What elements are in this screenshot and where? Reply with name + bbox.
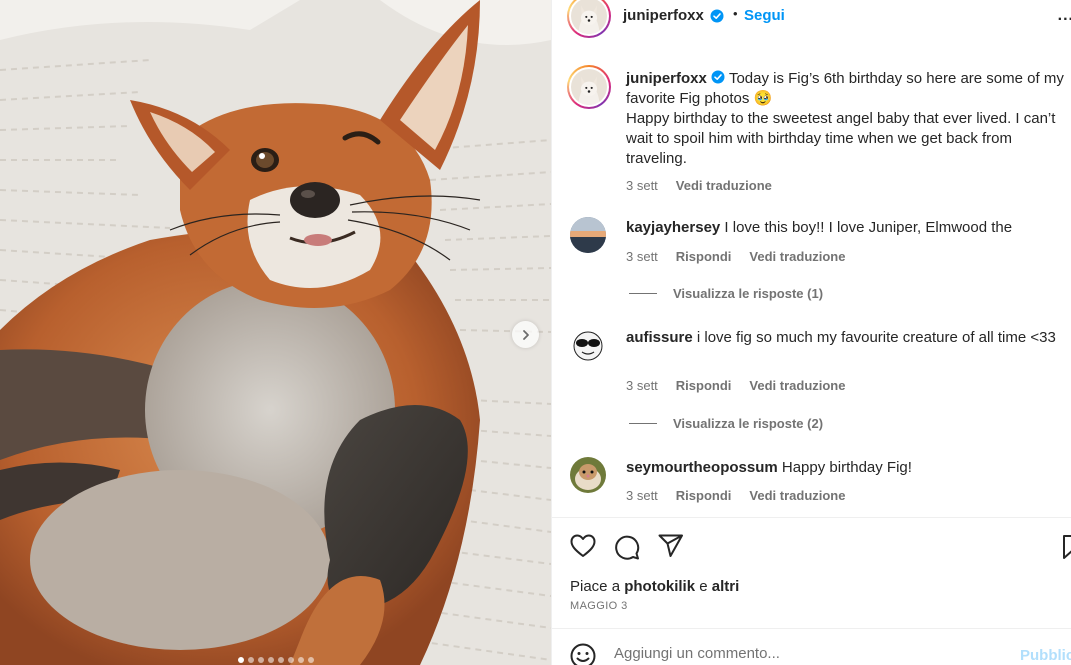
author-avatar-ring[interactable] — [567, 0, 611, 38]
comment-icon — [615, 535, 640, 560]
view-replies-button[interactable]: Visualizza le risposte (2) — [629, 416, 823, 431]
caption-meta: 3 sett Vedi traduzione — [626, 176, 1066, 196]
carousel-dot — [247, 657, 254, 663]
follow-button[interactable]: Segui — [744, 7, 785, 24]
avatar — [571, 0, 607, 34]
replies-divider — [629, 423, 657, 424]
emoji-icon — [570, 643, 596, 665]
carousel-dot — [267, 657, 274, 663]
comment-text: seymourtheopossum Happy birthday Fig! — [626, 458, 1066, 478]
comment-button[interactable] — [614, 534, 640, 565]
avatar[interactable] — [570, 457, 606, 493]
comment-body: i love fig so much my favourite creature… — [696, 329, 1056, 346]
comment-input[interactable] — [614, 645, 994, 662]
heart-icon — [570, 534, 596, 557]
comment-username[interactable]: kayjayhersey — [626, 219, 720, 236]
comment-timestamp[interactable]: 3 sett — [626, 378, 658, 393]
comment-text: aufissure i love fig so much my favourit… — [626, 328, 1066, 348]
likes-others-link[interactable]: altri — [712, 578, 740, 595]
bookmark-icon — [1063, 535, 1071, 559]
post-date[interactable]: MAGGIO 3 — [570, 600, 628, 612]
share-icon — [658, 534, 683, 557]
save-button[interactable] — [1062, 534, 1071, 565]
add-comment-bar: Pubblica — [552, 628, 1071, 665]
author-username[interactable]: juniperfoxx — [623, 7, 704, 24]
carousel-dot — [237, 657, 244, 663]
comment-timestamp[interactable]: 3 sett — [626, 488, 658, 503]
comment-meta: 3 sett Rispondi Vedi traduzione — [626, 249, 845, 264]
like-button[interactable] — [570, 534, 596, 565]
caption-username[interactable]: juniperfoxx — [626, 70, 707, 87]
comment-meta: 3 sett Rispondi Vedi traduzione — [626, 378, 845, 393]
avatar[interactable] — [570, 217, 606, 253]
view-replies-button[interactable]: Visualizza le risposte (1) — [629, 286, 823, 301]
carousel-dot — [277, 657, 284, 663]
likes-conj: e — [699, 578, 708, 595]
comment-meta: 3 sett Rispondi Vedi traduzione — [626, 488, 845, 503]
likes-prefix: Piace a — [570, 578, 621, 595]
caption-timestamp[interactable]: 3 sett — [626, 176, 658, 196]
more-options-button[interactable]: ... — [1058, 7, 1071, 25]
action-icons — [570, 534, 684, 565]
fox-photo — [0, 0, 551, 665]
comment-body: I love this boy!! I love Juniper, Elmwoo… — [724, 219, 1013, 236]
carousel-dot — [307, 657, 314, 663]
comment-text: kayjayhersey I love this boy!! I love Ju… — [626, 218, 1066, 238]
carousel-dot — [257, 657, 264, 663]
reply-button[interactable]: Rispondi — [676, 378, 732, 393]
likes-summary: Piace a photokilik e altri — [570, 578, 739, 595]
reply-button[interactable]: Rispondi — [676, 249, 732, 264]
share-button[interactable] — [658, 534, 684, 565]
post-detail-panel: juniperfoxx • Segui ... juniperfoxx — [551, 0, 1071, 665]
caption-text: juniperfoxx Today is Fig’s 6th birthday … — [626, 69, 1066, 196]
caption-translate-link[interactable]: Vedi traduzione — [676, 176, 772, 196]
view-replies-label: Visualizza le risposte (1) — [673, 286, 824, 301]
carousel-dot — [297, 657, 304, 663]
replies-divider — [629, 293, 657, 294]
comment-username[interactable]: seymourtheopossum — [626, 459, 778, 476]
post-header: juniperfoxx • Segui ... — [552, 0, 1071, 38]
translate-link[interactable]: Vedi traduzione — [749, 378, 845, 393]
comment-username[interactable]: aufissure — [626, 329, 693, 346]
likes-user-link[interactable]: photokilik — [624, 578, 695, 595]
avatar[interactable] — [570, 327, 606, 363]
post-photo — [0, 0, 551, 665]
translate-link[interactable]: Vedi traduzione — [749, 488, 845, 503]
carousel-indicator — [0, 657, 551, 665]
reply-button[interactable]: Rispondi — [676, 488, 732, 503]
translate-link[interactable]: Vedi traduzione — [749, 249, 845, 264]
avatar — [571, 69, 607, 105]
post-comment-button[interactable]: Pubblica — [1020, 647, 1071, 664]
emoji-button[interactable] — [570, 643, 596, 665]
comment-body: Happy birthday Fig! — [781, 459, 912, 476]
verified-badge-icon — [710, 9, 724, 23]
chevron-right-icon — [522, 329, 529, 340]
post-actions: Piace a photokilik e altri MAGGIO 3 — [552, 517, 1071, 629]
carousel-dot — [287, 657, 294, 663]
caption-line-2: Happy birthday to the sweetest angel bab… — [626, 110, 1056, 167]
comment-timestamp[interactable]: 3 sett — [626, 249, 658, 264]
caption-avatar-ring[interactable] — [567, 65, 611, 109]
view-replies-label: Visualizza le risposte (2) — [673, 416, 824, 431]
carousel-next-button[interactable] — [512, 321, 539, 348]
verified-badge-icon — [711, 70, 725, 84]
separator-dot: • — [733, 6, 738, 21]
